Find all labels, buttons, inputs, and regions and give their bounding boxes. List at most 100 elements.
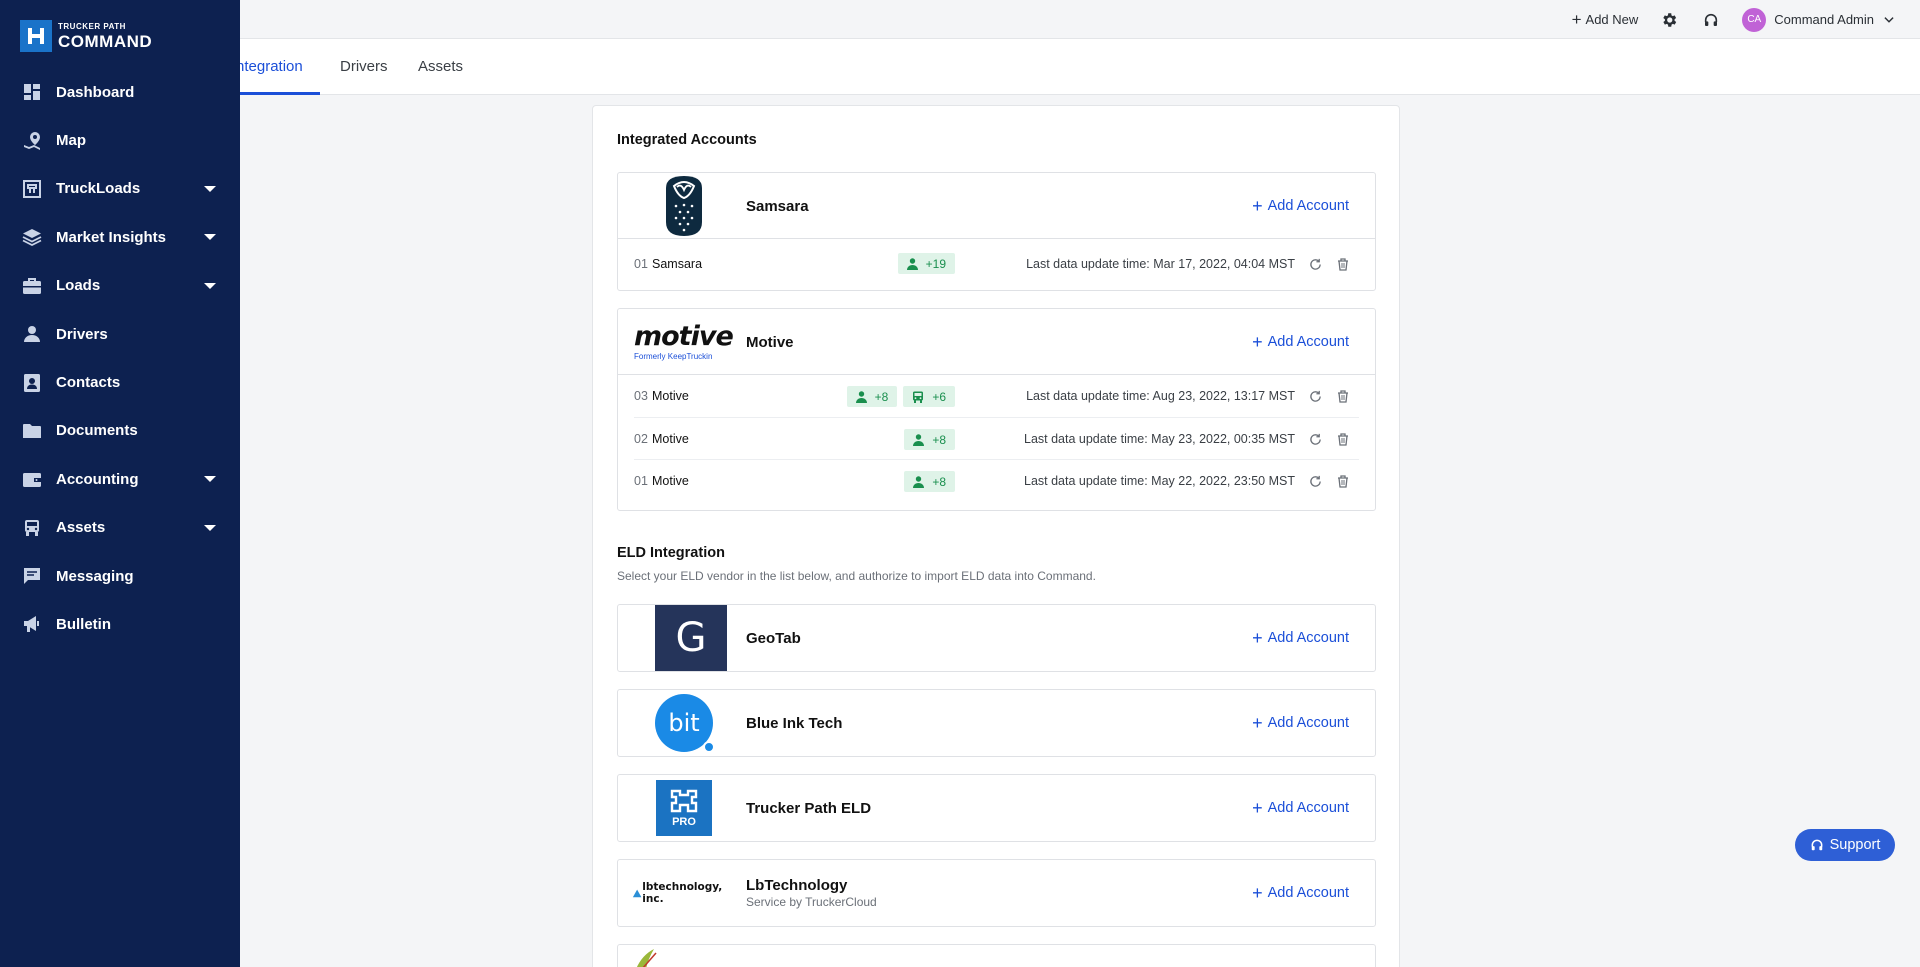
- sidebar-item-contacts[interactable]: Contacts: [0, 358, 240, 406]
- tab-assets[interactable]: Assets: [418, 39, 463, 95]
- add-account-label: Add Account: [1267, 715, 1349, 731]
- vendor-name: Blue Ink Tech: [746, 714, 843, 732]
- refresh-icon[interactable]: [1307, 256, 1323, 272]
- account-name: Motive: [652, 474, 689, 488]
- person-icon: [855, 390, 867, 403]
- chevron-down-icon: [1884, 16, 1894, 23]
- trash-icon[interactable]: [1335, 256, 1351, 272]
- blue-ink-tech-logo: bit: [634, 690, 734, 756]
- app-logo[interactable]: TRUCKER PATH COMMAND: [20, 20, 152, 52]
- account-badges: +8 +6: [846, 386, 955, 407]
- add-account-button[interactable]: + Add Account: [1252, 860, 1349, 926]
- plus-icon: +: [1252, 883, 1263, 903]
- sidebar-item-assets[interactable]: Assets: [0, 504, 240, 552]
- message-icon: [22, 566, 42, 586]
- vendor-subtitle: Service by TruckerCloud: [746, 895, 877, 909]
- sidebar-item-truckloads[interactable]: TruckLoads: [0, 165, 240, 213]
- motive-panel: motive Formerly KeepTruckin Motive + Add…: [617, 308, 1376, 511]
- top-bar: + Add New CA Command Admin: [0, 0, 1920, 39]
- add-account-button[interactable]: + Add Account: [1252, 309, 1349, 375]
- tab-drivers[interactable]: Drivers: [340, 39, 388, 95]
- driver-icon: [22, 324, 42, 344]
- sidebar-item-label: Documents: [56, 422, 138, 440]
- avatar: CA: [1742, 7, 1767, 32]
- sidebar-item-dashboard[interactable]: Dashboard: [0, 68, 240, 116]
- add-account-button[interactable]: + Add Account: [1252, 173, 1349, 239]
- sidebar-item-market-insights[interactable]: Market Insights: [0, 213, 240, 261]
- add-new-button[interactable]: + Add New: [1572, 11, 1639, 28]
- add-account-button[interactable]: + Add Account: [1252, 775, 1349, 841]
- sidebar-nav: Dashboard Map TruckLoads Market Insights…: [0, 68, 240, 649]
- driver-count: +8: [874, 389, 889, 404]
- caret-down-icon: [204, 476, 216, 483]
- sidebar-item-label: Market Insights: [56, 228, 167, 246]
- last-update-time: Last data update time: May 23, 2022, 00:…: [1024, 432, 1295, 446]
- driver-count: +8: [932, 474, 946, 489]
- add-account-button[interactable]: + Add Account: [1252, 690, 1349, 756]
- sidebar-item-accounting[interactable]: Accounting: [0, 455, 240, 503]
- account-number: 02: [634, 432, 648, 446]
- vendor-name-motive: Motive: [746, 333, 794, 351]
- map-pin-icon: [22, 131, 42, 151]
- user-menu[interactable]: CA Command Admin: [1742, 7, 1896, 32]
- integration-card: Integrated Accounts Samsara + Add Accoun…: [592, 105, 1400, 967]
- person-icon: [913, 433, 925, 446]
- wallet-icon: [22, 469, 42, 489]
- top-bar-actions: + Add New CA Command Admin: [1572, 0, 1896, 39]
- sidebar-item-drivers[interactable]: Drivers: [0, 310, 240, 358]
- eld-integration-title: ELD Integration: [617, 545, 725, 561]
- vendor-name-text: LbTechnology: [746, 877, 848, 894]
- plus-icon: +: [1252, 628, 1263, 648]
- sidebar-item-messaging[interactable]: Messaging: [0, 552, 240, 600]
- driver-count: +19: [925, 256, 946, 271]
- add-account-button[interactable]: + Add Account: [1252, 605, 1349, 671]
- sidebar-item-documents[interactable]: Documents: [0, 407, 240, 455]
- megaphone-icon: [22, 614, 42, 634]
- tab-integration[interactable]: ntegration: [236, 39, 303, 95]
- account-number: 01: [634, 474, 648, 488]
- sidebar-item-label: Contacts: [56, 374, 121, 392]
- account-row: 03 Motive +8 +6 Last data update time: A…: [634, 375, 1359, 417]
- account-badges: +8: [904, 471, 955, 492]
- last-update-time: Last data update time: Mar 17, 2022, 04:…: [1026, 257, 1295, 271]
- add-new-label: Add New: [1585, 12, 1639, 27]
- caret-down-icon: [204, 185, 216, 192]
- tabs-bar: ntegration Drivers Assets: [0, 39, 1920, 95]
- sidebar-item-label: Accounting: [56, 470, 139, 488]
- sidebar-item-map[interactable]: Map: [0, 116, 240, 164]
- account-name: Motive: [652, 389, 689, 403]
- sidebar-item-label: Assets: [56, 519, 106, 537]
- refresh-icon[interactable]: [1307, 388, 1323, 404]
- motive-logo-subtext: Formerly KeepTruckin: [634, 352, 713, 361]
- trash-icon[interactable]: [1335, 431, 1351, 447]
- motive-logo: motive Formerly KeepTruckin: [634, 309, 734, 375]
- account-name: Samsara: [652, 257, 703, 271]
- driver-count-badge: +19: [897, 253, 955, 274]
- sidebar-item-bulletin[interactable]: Bulletin: [0, 600, 240, 648]
- vehicle-count-badge: +6: [903, 386, 955, 407]
- plus-icon: +: [1252, 798, 1263, 818]
- trash-icon[interactable]: [1335, 473, 1351, 489]
- driver-count: +8: [932, 432, 946, 447]
- refresh-icon[interactable]: [1307, 473, 1323, 489]
- vendor-panel-partial: [617, 944, 1376, 967]
- gear-icon[interactable]: [1658, 9, 1680, 31]
- logo-small-text: TRUCKER PATH: [58, 21, 126, 31]
- headset-icon[interactable]: [1700, 9, 1722, 31]
- sidebar-item-label: Dashboard: [56, 83, 135, 101]
- contacts-icon: [22, 373, 42, 393]
- vendor-panel-geotab: G GeoTab + Add Account: [617, 604, 1376, 672]
- layers-icon: [22, 227, 42, 247]
- sidebar-item-label: Bulletin: [56, 615, 111, 633]
- lbtechnology-leaf-icon: [632, 889, 642, 898]
- plus-icon: +: [1252, 713, 1263, 733]
- eld-integration-subtitle: Select your ELD vendor in the list below…: [617, 569, 1096, 583]
- trash-icon[interactable]: [1335, 388, 1351, 404]
- last-update-time: Last data update time: May 22, 2022, 23:…: [1024, 474, 1295, 488]
- geotab-logo: G: [634, 605, 734, 671]
- plus-icon: +: [1571, 10, 1582, 29]
- support-button[interactable]: Support: [1795, 829, 1895, 861]
- refresh-icon[interactable]: [1307, 431, 1323, 447]
- lbtechnology-logo-text: lbtechnology, inc.: [642, 881, 723, 905]
- sidebar-item-loads[interactable]: Loads: [0, 262, 240, 310]
